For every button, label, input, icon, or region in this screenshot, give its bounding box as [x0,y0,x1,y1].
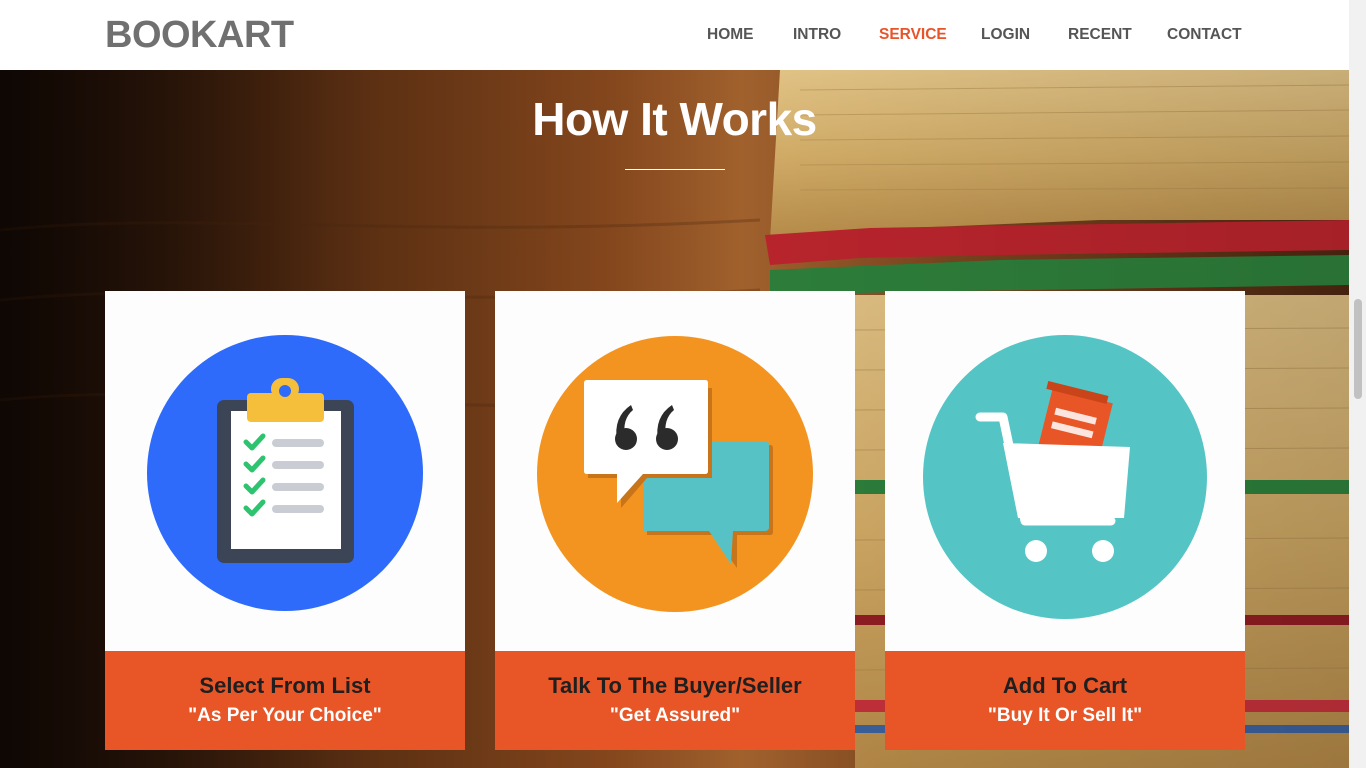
card-title: Talk To The Buyer/Seller [548,673,802,698]
page-scrollbar[interactable] [1349,0,1366,768]
nav-contact[interactable]: CONTACT [1167,25,1242,45]
nav-recent[interactable]: RECENT [1068,25,1132,45]
nav-intro[interactable]: INTRO [793,25,841,45]
clipboard-checklist-icon [147,335,423,611]
card-caption: Add To Cart "Buy It Or Sell It" [885,651,1245,750]
card-subtitle: "Buy It Or Sell It" [987,705,1143,726]
card-subtitle: "As Per Your Choice" [188,705,382,726]
card-select-from-list[interactable]: Select From List "As Per Your Choice" [105,291,465,750]
title-divider [625,169,725,170]
card-subtitle: "Get Assured" [609,705,741,726]
card-caption: Talk To The Buyer/Seller "Get Assured" [495,651,855,750]
card-add-to-cart[interactable]: Add To Cart "Buy It Or Sell It" [885,291,1245,750]
shopping-cart-icon [923,335,1207,619]
card-caption: Select From List "As Per Your Choice" [105,651,465,750]
nav-login[interactable]: LOGIN [981,25,1030,45]
section-title: How It Works [532,93,817,145]
card-talk-to-buyer-seller[interactable]: Talk To The Buyer/Seller "Get Assured" [495,291,855,750]
scrollbar-thumb[interactable] [1354,299,1362,399]
speech-bubbles-icon [537,336,813,612]
nav-service[interactable]: SERVICE [879,25,947,45]
nav-home[interactable]: HOME [707,25,754,45]
card-title: Select From List [199,673,371,698]
card-title: Add To Cart [1002,673,1128,698]
navbar: BOOKART HOME INTRO SERVICE LOGIN RECENT … [0,0,1349,70]
brand-logo[interactable]: BOOKART [105,14,294,56]
